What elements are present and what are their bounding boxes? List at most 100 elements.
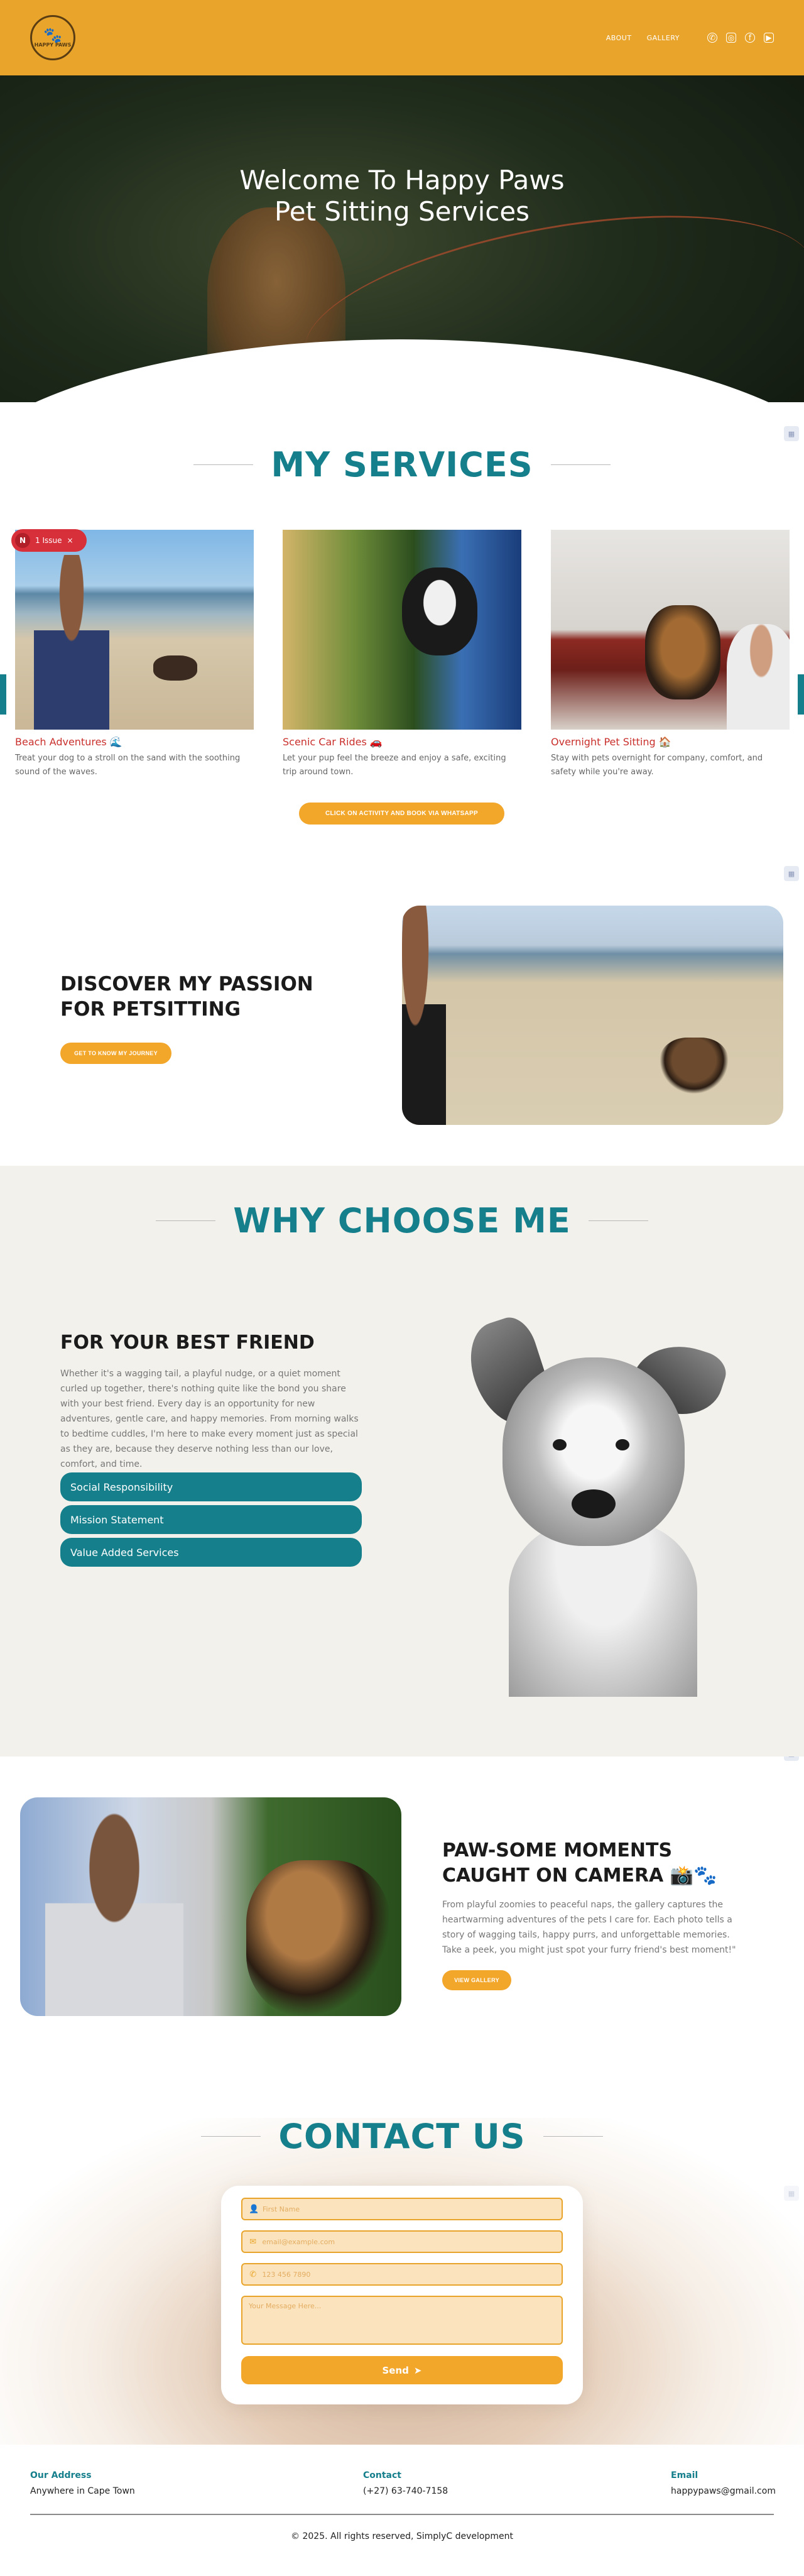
paper-plane-icon: ➤ xyxy=(413,2364,422,2376)
phone-icon: ✆ xyxy=(249,2269,257,2279)
contact-title: CONTACT US xyxy=(278,2117,526,2156)
heading-divider xyxy=(193,464,254,465)
dog-eye xyxy=(553,1439,567,1450)
phone-field[interactable]: ✆ xyxy=(241,2263,563,2286)
dog-figure xyxy=(402,567,477,655)
moments-image xyxy=(20,1797,401,2016)
dog-figure xyxy=(153,655,197,681)
main-nav: ABOUT GALLERY ✆ ◎ f ▶ xyxy=(606,33,774,43)
moments-text: From playful zoomies to peaceful naps, t… xyxy=(442,1900,736,1955)
service-card-car[interactable]: Scenic Car Rides 🚗 Let your pup feel the… xyxy=(283,530,521,779)
moments-title-line2: CAUGHT ON CAMERA 📸🐾 xyxy=(442,1865,717,1887)
passion-beach-image xyxy=(402,906,783,1125)
dog-figure xyxy=(645,605,720,699)
envelope-icon: ✉ xyxy=(249,2237,257,2247)
passion-title: DISCOVER MY PASSION FOR PETSITTING xyxy=(60,972,313,1022)
heading-divider xyxy=(543,2136,603,2137)
hero-title-line2: Pet Sitting Services xyxy=(274,196,530,227)
service-card-overnight[interactable]: Overnight Pet Sitting 🏠 Stay with pets o… xyxy=(551,530,790,779)
dog-figure xyxy=(246,1860,391,2016)
accordion-value-added-services[interactable]: Value Added Services xyxy=(60,1538,362,1567)
social-links: ✆ ◎ f ▶ xyxy=(707,33,774,43)
service-name[interactable]: Overnight Pet Sitting 🏠 xyxy=(551,736,790,748)
footer-contact-label: Contact xyxy=(363,2470,401,2480)
issue-badge-label: 1 Issue xyxy=(35,536,62,545)
heading-divider xyxy=(201,2136,261,2137)
person-figure xyxy=(727,624,790,730)
view-gallery-button[interactable]: VIEW GALLERY xyxy=(442,1970,511,1990)
first-name-field[interactable]: 👤 xyxy=(241,2198,563,2220)
services-title: MY SERVICES xyxy=(271,445,533,485)
dog-figure xyxy=(660,1038,729,1094)
slider-next-tab[interactable] xyxy=(798,674,804,715)
passion-title-line2: FOR PETSITTING xyxy=(60,998,241,1021)
heading-divider xyxy=(588,1220,648,1221)
black-white-dog-image xyxy=(459,1312,731,1697)
why-heading: WHY CHOOSE ME xyxy=(0,1201,804,1241)
whatsapp-icon[interactable]: ✆ xyxy=(707,33,717,43)
message-textarea[interactable] xyxy=(249,2302,562,2327)
service-description: Treat your dog to a stroll on the sand w… xyxy=(15,754,241,777)
book-via-whatsapp-button[interactable]: CLICK ON ACTIVITY AND BOOK VIA WHATSAPP xyxy=(299,803,504,825)
scenic-car-rides-image[interactable] xyxy=(283,530,521,730)
contact-heading: CONTACT US xyxy=(0,2117,804,2156)
issue-badge-letter: N xyxy=(15,533,30,548)
send-button[interactable]: Send ➤ xyxy=(241,2356,563,2384)
journey-button[interactable]: GET TO KNOW MY JOURNEY xyxy=(60,1043,171,1064)
moments-title-line1: PAW-SOME MOMENTS xyxy=(442,1839,673,1861)
dog-body xyxy=(509,1521,697,1697)
passion-title-line1: DISCOVER MY PASSION xyxy=(60,973,313,995)
site-logo[interactable]: 🐾 HAPPY PAWS xyxy=(30,15,75,60)
nav-about-link[interactable]: ABOUT xyxy=(606,34,632,42)
person-figure xyxy=(45,1810,183,2016)
accordion-mission-statement[interactable]: Mission Statement xyxy=(60,1505,362,1534)
moments-title: PAW-SOME MOMENTS CAUGHT ON CAMERA 📸🐾 xyxy=(442,1838,717,1888)
footer-copyright: © 2025. All rights reserved, SimplyC dev… xyxy=(291,2531,513,2541)
heading-divider xyxy=(550,464,611,465)
service-description: Stay with pets overnight for company, co… xyxy=(551,754,763,777)
footer-address-value: Anywhere in Cape Town xyxy=(30,2486,135,2496)
dog-eye xyxy=(616,1439,629,1450)
send-label: Send xyxy=(382,2364,409,2376)
best-friend-title: FOR YOUR BEST FRIEND xyxy=(60,1332,315,1354)
service-card-beach[interactable]: Beach Adventures 🌊 Treat your dog to a s… xyxy=(15,530,254,779)
footer-contact-value[interactable]: (+27) 63-740-7158 xyxy=(363,2486,448,2496)
site-header: 🐾 HAPPY PAWS ABOUT GALLERY ✆ ◎ f ▶ xyxy=(0,0,804,75)
logo-text: HAPPY PAWS xyxy=(34,41,72,48)
footer-email-value[interactable]: happypaws@gmail.com xyxy=(671,2486,776,2496)
image-placeholder-icon: ▦ xyxy=(784,426,799,441)
service-description: Let your pup feel the breeze and enjoy a… xyxy=(283,754,506,777)
hero-title-line1: Welcome To Happy Paws xyxy=(239,165,565,195)
image-placeholder-icon: ▦ xyxy=(784,866,799,881)
person-figure xyxy=(34,555,109,730)
youtube-icon[interactable]: ▶ xyxy=(764,33,774,43)
accordion-social-responsibility[interactable]: Social Responsibility xyxy=(60,1472,362,1501)
instagram-icon[interactable]: ◎ xyxy=(726,33,736,43)
phone-input[interactable] xyxy=(262,2270,562,2279)
dog-nose xyxy=(572,1489,616,1518)
person-figure xyxy=(402,906,446,1125)
service-name[interactable]: Scenic Car Rides 🚗 xyxy=(283,736,521,748)
slider-prev-tab[interactable] xyxy=(0,674,6,715)
issue-badge[interactable]: N 1 Issue × xyxy=(11,529,87,552)
email-input[interactable] xyxy=(262,2237,562,2246)
overnight-pet-sitting-image[interactable] xyxy=(551,530,790,730)
services-heading: MY SERVICES xyxy=(0,445,804,485)
beach-adventures-image[interactable] xyxy=(15,530,254,730)
footer-email-label: Email xyxy=(671,2470,698,2480)
facebook-icon[interactable]: f xyxy=(745,33,755,43)
hero-title: Welcome To Happy Paws Pet Sitting Servic… xyxy=(0,165,804,227)
close-icon[interactable]: × xyxy=(67,536,73,545)
heading-divider xyxy=(156,1220,216,1221)
service-name[interactable]: Beach Adventures 🌊 xyxy=(15,736,254,748)
message-field[interactable] xyxy=(241,2296,563,2345)
first-name-input[interactable] xyxy=(263,2205,562,2213)
footer-address-label: Our Address xyxy=(30,2470,92,2480)
email-field[interactable]: ✉ xyxy=(241,2230,563,2253)
why-title: WHY CHOOSE ME xyxy=(233,1201,571,1241)
user-icon: 👤 xyxy=(249,2204,259,2214)
best-friend-text: Whether it's a wagging tail, a playful n… xyxy=(60,1369,359,1469)
footer-divider xyxy=(30,2514,774,2515)
paw-icon: 🐾 xyxy=(43,26,62,44)
nav-gallery-link[interactable]: GALLERY xyxy=(647,34,680,42)
